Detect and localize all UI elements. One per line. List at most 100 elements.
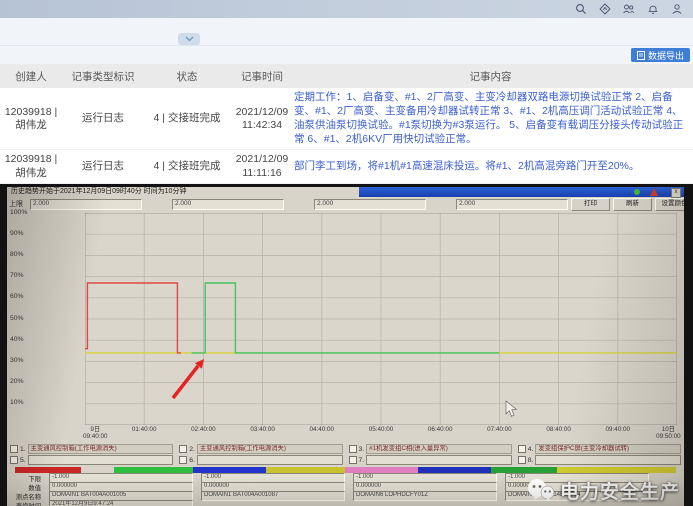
upper-limit-input[interactable]: 2.000 [314, 199, 426, 210]
col-header-1: 创建人 [0, 69, 62, 84]
legend-row: 5. 6. 7. 8. [10, 455, 681, 466]
trend-window-button[interactable]: 刷新 [613, 198, 652, 211]
legend-checkbox[interactable] [349, 456, 357, 464]
legend-checkbox[interactable] [10, 456, 18, 464]
watermark-text: 电力安全生产 [560, 477, 680, 504]
data-export-button[interactable]: 数据导出 [631, 48, 690, 62]
trend-window-button[interactable]: 设置颜色 [655, 198, 684, 211]
table-row[interactable]: 12039918 | 胡伟龙运行日志4 | 交接班完成2021/12/09 11… [0, 88, 693, 150]
chevron-down-icon [185, 36, 194, 42]
y-tick-label: 80% [10, 251, 24, 258]
green-status-icon [634, 189, 640, 195]
x-tick-label: 05:40:00 [369, 427, 394, 434]
actionbar: 数据导出 [0, 46, 693, 64]
legend-label: 发变组保护C屏(主变冷却器试转) [535, 444, 681, 454]
x-tick-label: 9日 09:40:00 [83, 427, 108, 441]
query-time-label: 查询时间 [9, 501, 41, 506]
navigation-icon[interactable] [598, 3, 611, 16]
legend-label: 主变通风控制箱(工作电源消失) [197, 444, 343, 454]
color-bar-segment [81, 467, 114, 473]
table-row[interactable]: 12039918 | 胡伟龙运行日志4 | 交接班完成2021/12/09 11… [0, 150, 693, 183]
y-tick-label: 40% [10, 336, 24, 343]
color-bar-segment [557, 467, 676, 473]
color-bar-segment [193, 467, 266, 473]
col-header-4: 记事时间 [230, 69, 294, 84]
point-name-field-label: 测点名称 [9, 492, 41, 501]
color-bar-segment [15, 467, 81, 473]
y-tick-label: 100% [10, 209, 27, 216]
legend-number: 6. [189, 457, 195, 464]
legend-checkbox[interactable] [518, 456, 526, 464]
collapse-chevron-button[interactable] [178, 33, 200, 45]
legend-number: 4. [528, 446, 534, 453]
legend-number: 7. [359, 457, 365, 464]
y-tick-label: 90% [10, 230, 24, 237]
topbar-icons [574, 3, 683, 16]
trend-title: 历史趋势开始于2021年12月09日09时40分 时间为10分钟 [7, 187, 359, 197]
cell-type: 运行日志 [62, 112, 144, 125]
search-icon[interactable] [574, 3, 587, 16]
trend-plot-svg [85, 213, 677, 425]
export-label: 数据导出 [648, 49, 684, 62]
legend-label: 主变通风控制箱(工作电源消失) [28, 444, 174, 454]
lower-limit-input-label: 下限 [9, 474, 41, 483]
legend-checkbox[interactable] [179, 456, 187, 464]
user-icon[interactable] [670, 3, 683, 16]
export-icon [637, 51, 645, 60]
window-close-button[interactable]: x [671, 188, 681, 198]
cell-status: 4 | 交接班完成 [144, 160, 230, 173]
subbar [0, 18, 693, 46]
trend-plot-area[interactable] [85, 213, 677, 425]
upper-limit-row: 上限 2.0002.0002.0002.000 打印刷新设置颜色单位颜色 [9, 198, 682, 211]
point-name-field[interactable]: DOMAIN1 BAT004A001087 [201, 491, 345, 501]
query-time-field[interactable]: 2021年12月9日9:47:24 [49, 500, 193, 506]
legend-checkbox[interactable] [10, 445, 18, 453]
cell-creator: 12039918 | 胡伟龙 [0, 106, 62, 132]
point-name-field[interactable]: DOMAIN6 LOPHDCFY01Z [353, 491, 497, 501]
legend-item: 5. [10, 455, 173, 465]
color-bar-segment [266, 467, 345, 473]
legend-number: 5. [20, 457, 26, 464]
x-axis-labels: 9日 09:40:0001:40:0002:40:0003:40:0004:40… [85, 427, 677, 443]
y-tick-label: 30% [10, 357, 24, 364]
bell-icon[interactable] [646, 3, 659, 16]
cell-content: 定期工作：1、启备变、#1、2厂高变、主变冷却器双路电源切换试验正常 2、启备变… [294, 91, 693, 146]
legend-checkbox[interactable] [518, 445, 526, 453]
log-table: 创建人记事类型标识状态记事时间记事内容 12039918 | 胡伟龙运行日志4 … [0, 64, 693, 184]
users-icon[interactable] [622, 3, 635, 16]
upper-limit-input[interactable]: 2.000 [30, 199, 142, 210]
x-tick-label: 03:40:00 [250, 427, 275, 434]
legend-label: #1机发变组C相(进入量异常) [366, 444, 512, 454]
legend-checkbox[interactable] [179, 445, 187, 453]
app-root: 数据导出 创建人记事类型标识状态记事时间记事内容 12039918 | 胡伟龙运… [0, 0, 693, 506]
legend-number: 1. [20, 446, 26, 453]
color-bar-segment [345, 467, 418, 473]
col-header-2: 记事类型标识 [62, 69, 144, 84]
legend-label [366, 455, 512, 465]
legend-row: 1.主变通风控制箱(工作电源消失)2.主变通风控制箱(工作电源消失)3.#1机发… [10, 444, 681, 455]
x-tick-label: 09:40:00 [606, 427, 631, 434]
trend-window-button[interactable]: 打印 [571, 198, 610, 211]
warning-triangle-icon [650, 188, 658, 196]
wechat-logo-icon [527, 478, 555, 502]
upper-limit-input[interactable]: 2.000 [172, 199, 284, 210]
trend-chart: 100%90%80%70%60%50%40%30%20%10% 9日 09:40… [7, 211, 684, 443]
legend-checkbox[interactable] [349, 445, 357, 453]
legend-number: 3. [359, 446, 365, 453]
y-tick-label: 50% [10, 315, 24, 322]
value-field-label: 数值 [9, 483, 41, 492]
color-bar-segment [491, 467, 557, 473]
upper-limit-input[interactable]: 2.000 [456, 199, 568, 210]
table-header-row: 创建人记事类型标识状态记事时间记事内容 [0, 64, 693, 88]
cell-time: 2021/12/09 11:11:16 [230, 153, 294, 179]
trend-app-screen: 历史趋势开始于2021年12月09日09时40分 时间为10分钟 x 上限 2.… [7, 187, 684, 506]
legend-label [197, 455, 343, 465]
legend-item: 4.发变组保护C屏(主变冷却器试转) [518, 444, 681, 454]
cell-type: 运行日志 [62, 160, 144, 173]
x-tick-label: 01:40:00 [132, 427, 157, 434]
legend-item: 2.主变通风控制箱(工作电源消失) [179, 444, 342, 454]
legend-label [535, 455, 681, 465]
x-tick-label: 07:40:00 [487, 427, 512, 434]
cell-status: 4 | 交接班完成 [144, 112, 230, 125]
legend-item: 8. [518, 455, 681, 465]
